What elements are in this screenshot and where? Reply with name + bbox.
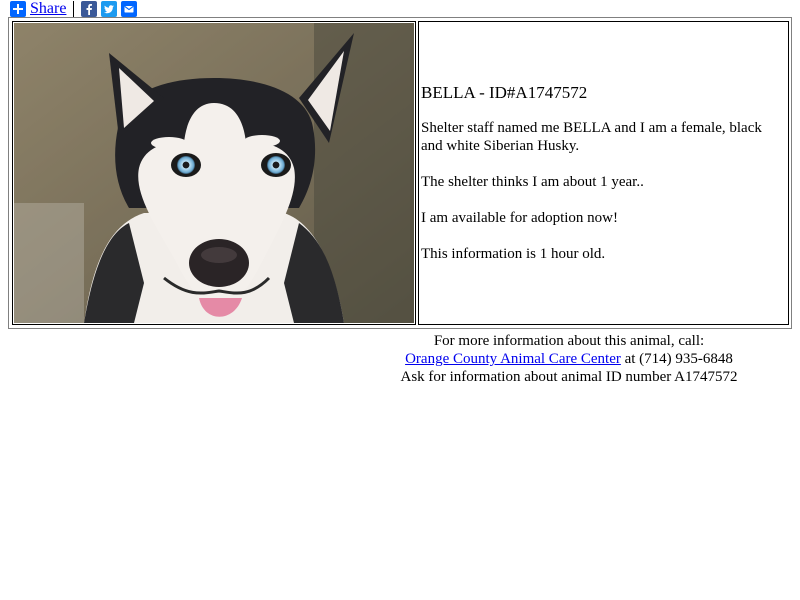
- animal-card: BELLA - ID#A1747572 Shelter staff named …: [8, 17, 792, 329]
- share-link[interactable]: Share: [30, 0, 66, 18]
- contact-intro: For more information about this animal, …: [433, 333, 705, 349]
- email-icon[interactable]: [121, 1, 138, 17]
- info-freshness: This information is 1 hour old.: [421, 246, 606, 262]
- animal-title: BELLA - ID#A1747572: [421, 83, 588, 102]
- info-cell: BELLA - ID#A1747572 Shelter staff named …: [418, 21, 789, 325]
- share-toolbar: Share: [10, 0, 141, 18]
- animal-availability: I am available for adoption now!: [421, 210, 619, 226]
- shelter-phone: at (714) 935-6848: [620, 351, 733, 367]
- contact-ask: Ask for information about animal ID numb…: [400, 369, 738, 385]
- share-plus-icon[interactable]: [10, 1, 26, 17]
- facebook-icon[interactable]: [81, 1, 98, 17]
- animal-age: The shelter thinks I am about 1 year..: [421, 174, 644, 190]
- animal-description: Shelter staff named me BELLA and I am a …: [421, 120, 762, 154]
- photo-cell: [12, 21, 416, 325]
- contact-line: Orange County Animal Care Center at (714…: [340, 350, 798, 368]
- shelter-link[interactable]: Orange County Animal Care Center: [405, 351, 621, 367]
- share-divider: [73, 1, 75, 17]
- twitter-icon[interactable]: [101, 1, 118, 17]
- husky-photo: [14, 23, 414, 323]
- contact-block: For more information about this animal, …: [340, 332, 798, 386]
